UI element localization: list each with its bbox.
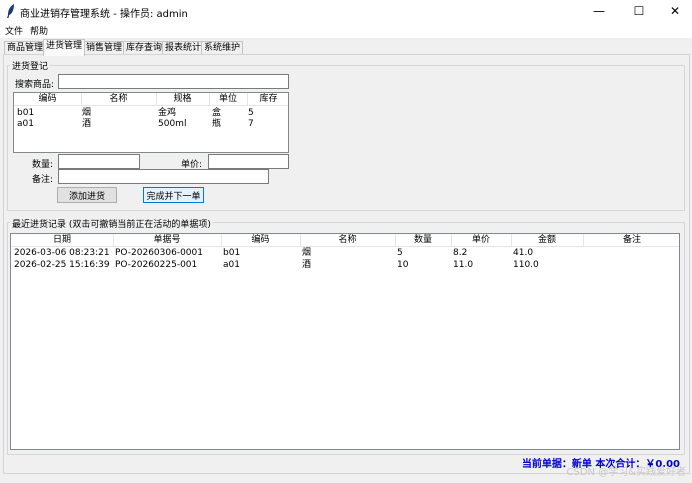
product-table-header: 编码 名称 规格 单位 库存 — [14, 93, 288, 106]
cell-spec: 500ml — [158, 119, 187, 129]
close-button[interactable]: ✕ — [655, 0, 692, 22]
cell-code: a01 — [17, 119, 34, 129]
cell-code: a01 — [223, 260, 240, 270]
cell-amount: 110.0 — [513, 260, 539, 270]
note-label: 备注: — [32, 175, 54, 185]
column-header[interactable]: 金额 — [511, 234, 584, 246]
finish-next-button[interactable]: 完成并下一单 — [143, 187, 204, 203]
entry-group-title: 进货登记 — [10, 59, 51, 72]
menu-help[interactable]: 帮助 — [30, 24, 48, 37]
cell-doc-no: PO-20260225-001 — [115, 260, 198, 270]
cell-name: 烟 — [302, 248, 312, 258]
tab-reports[interactable]: 报表统计 — [162, 41, 205, 55]
cell-doc-no: PO-20260306-0001 — [115, 248, 203, 258]
menu-bar: 文件 帮助 — [0, 22, 692, 38]
column-header[interactable]: 名称 — [300, 234, 396, 246]
quantity-input[interactable] — [58, 154, 140, 169]
column-header[interactable]: 备注 — [583, 234, 679, 246]
column-header[interactable]: 名称 — [81, 93, 157, 105]
cell-name: 酒 — [82, 119, 92, 129]
cell-price: 11.0 — [453, 260, 474, 270]
column-header[interactable]: 单位 — [209, 93, 248, 105]
tab-product[interactable]: 商品管理 — [4, 41, 47, 55]
tab-sales[interactable]: 销售管理 — [83, 41, 126, 55]
product-table[interactable]: 编码 名称 规格 单位 库存 b01 烟 金鸡 盒 5 a01 酒 500ml … — [13, 92, 289, 153]
cell-price: 8.2 — [453, 248, 468, 258]
maximize-button[interactable]: ☐ — [619, 0, 659, 22]
cell-amount: 41.0 — [513, 248, 534, 258]
tab-purchase[interactable]: 进货管理 — [43, 39, 86, 56]
records-table[interactable]: 日期 单据号 编码 名称 数量 单价 金额 备注 2026-03-06 08:2… — [10, 233, 680, 450]
quantity-label: 数量: — [32, 160, 54, 170]
cell-name: 酒 — [302, 260, 312, 270]
watermark: CSDN @学习&实践爱好者 — [566, 467, 687, 478]
records-table-header: 日期 单据号 编码 名称 数量 单价 金额 备注 — [11, 234, 679, 247]
column-header[interactable]: 日期 — [11, 234, 114, 246]
table-row[interactable]: a01 酒 500ml 瓶 7 — [14, 118, 288, 130]
feather-icon — [7, 4, 14, 18]
column-header[interactable]: 编码 — [221, 234, 301, 246]
column-header[interactable]: 规格 — [156, 93, 210, 105]
table-row[interactable]: 2026-02-25 15:16:39 PO-20260225-001 a01 … — [11, 259, 679, 271]
menu-file[interactable]: 文件 — [5, 24, 23, 37]
cell-quantity: 5 — [397, 248, 403, 258]
column-header[interactable]: 编码 — [14, 93, 82, 105]
minimize-button[interactable]: — — [579, 0, 619, 22]
cell-quantity: 10 — [397, 260, 409, 270]
column-header[interactable]: 库存 — [247, 93, 288, 105]
window-title: 商业进销存管理系统 - 操作员: admin — [20, 9, 188, 20]
cell-date: 2026-03-06 08:23:21 — [14, 248, 110, 258]
cell-stock: 7 — [248, 119, 254, 129]
price-input[interactable] — [208, 154, 289, 169]
cell-unit: 瓶 — [212, 119, 222, 129]
tab-system[interactable]: 系统维护 — [201, 41, 244, 55]
cell-date: 2026-02-25 15:16:39 — [14, 260, 110, 270]
column-header[interactable]: 单据号 — [113, 234, 222, 246]
records-group-title: 最近进货记录 (双击可撤销当前正在活动的单据项) — [10, 217, 213, 230]
column-header[interactable]: 数量 — [395, 234, 452, 246]
title-bar: 商业进销存管理系统 - 操作员: admin — ☐ ✕ — [0, 0, 692, 22]
table-row[interactable]: 2026-03-06 08:23:21 PO-20260306-0001 b01… — [11, 247, 679, 259]
column-header[interactable]: 单价 — [451, 234, 512, 246]
tab-inventory[interactable]: 库存查询 — [123, 41, 166, 55]
search-input[interactable] — [58, 74, 289, 89]
add-purchase-button[interactable]: 添加进货 — [57, 187, 117, 203]
note-input[interactable] — [58, 169, 269, 184]
cell-code: b01 — [223, 248, 241, 258]
search-label: 搜索商品: — [15, 80, 55, 90]
